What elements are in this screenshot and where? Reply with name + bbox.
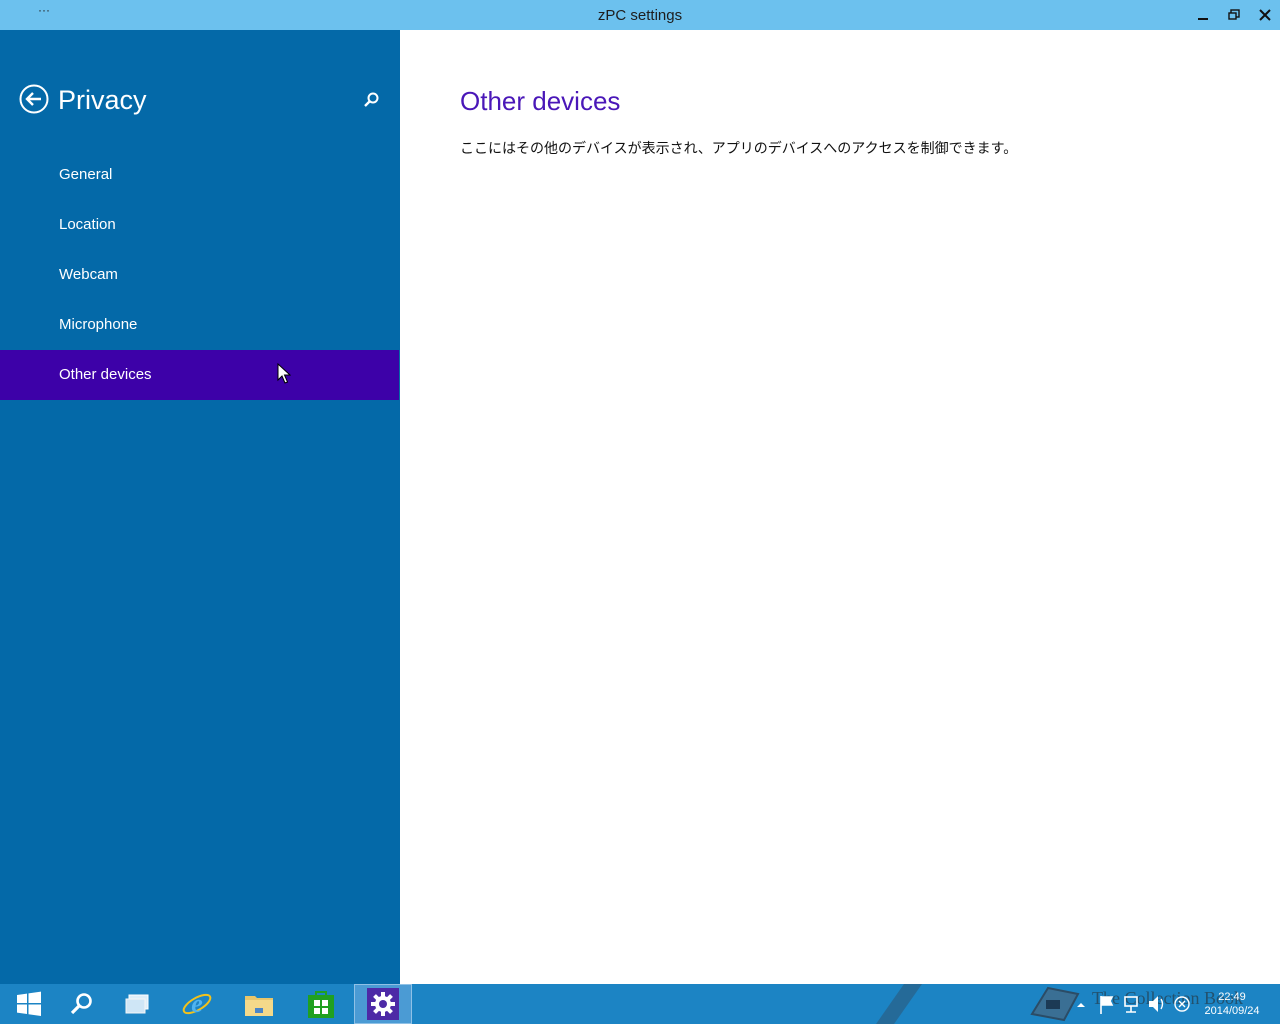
- settings-icon: [371, 992, 395, 1016]
- window-title: zPC settings: [597, 7, 683, 24]
- restore-button[interactable]: [1223, 6, 1245, 24]
- taskbar-search-button[interactable]: [52, 984, 110, 1024]
- file-explorer-button[interactable]: [230, 984, 288, 1024]
- volume-icon[interactable]: [1146, 984, 1166, 1024]
- close-button[interactable]: [1254, 6, 1276, 24]
- status-x-icon[interactable]: [1172, 984, 1192, 1024]
- sidebar-item-label: Webcam: [59, 266, 118, 283]
- settings-app-button[interactable]: [354, 984, 412, 1024]
- internet-explorer-button[interactable]: e: [168, 984, 226, 1024]
- close-icon: [1259, 9, 1271, 21]
- mouse-cursor-icon: [277, 363, 291, 384]
- page-title: Privacy: [58, 85, 147, 115]
- file-explorer-icon: [245, 996, 273, 1016]
- decorative-stripe: [876, 984, 922, 1024]
- clock-time: 22:49: [1218, 991, 1246, 1003]
- store-icon: [308, 991, 334, 1018]
- sidebar-item-microphone[interactable]: Microphone: [0, 300, 400, 350]
- sidebar-item-location[interactable]: Location: [0, 200, 400, 250]
- network-icon[interactable]: [1122, 984, 1142, 1024]
- sidebar-item-other-devices[interactable]: Other devices: [0, 350, 399, 400]
- taskbar: e The Collection Book 22:49 2014/09/24: [0, 984, 1280, 1024]
- main-content: Other devices ここにはその他のデバイスが表示され、アプリのデバイス…: [400, 30, 1280, 984]
- start-icon: [17, 991, 41, 1016]
- title-bar: ··· zPC settings: [0, 0, 1280, 30]
- sidebar-item-webcam[interactable]: Webcam: [0, 250, 400, 300]
- svg-text:e: e: [191, 989, 203, 1018]
- sidebar: Privacy General Location Webcam Micropho…: [0, 30, 400, 984]
- minimize-button[interactable]: [1192, 6, 1214, 24]
- clock-date: 2014/09/24: [1204, 1005, 1260, 1017]
- start-button[interactable]: [0, 984, 58, 1024]
- back-button[interactable]: [19, 84, 49, 114]
- sidebar-item-label: Microphone: [59, 316, 138, 333]
- clock[interactable]: 22:49 2014/09/24: [1196, 990, 1268, 1018]
- tray-overflow-icon[interactable]: [1074, 984, 1088, 1024]
- internet-explorer-icon: e: [182, 989, 212, 1018]
- action-center-flag-icon[interactable]: [1098, 984, 1116, 1024]
- restore-icon: [1228, 9, 1240, 20]
- search-icon: [364, 92, 379, 107]
- task-view-button[interactable]: [108, 984, 166, 1024]
- sidebar-item-label: Other devices: [59, 366, 152, 383]
- settings-tile: [367, 988, 399, 1020]
- search-icon: [70, 993, 92, 1015]
- task-view-icon: [125, 994, 149, 1014]
- back-arrow-icon: [19, 84, 49, 114]
- sidebar-item-general[interactable]: General: [0, 150, 400, 200]
- search-button[interactable]: [362, 91, 380, 109]
- sidebar-item-label: General: [59, 166, 113, 183]
- sidebar-item-label: Location: [59, 216, 116, 233]
- minimize-icon: [1198, 18, 1208, 20]
- section-title: Other devices: [460, 86, 621, 116]
- store-button[interactable]: [292, 984, 350, 1024]
- section-description: ここにはその他のデバイスが表示され、アプリのデバイスへのアクセスを制御できます。: [460, 140, 1018, 156]
